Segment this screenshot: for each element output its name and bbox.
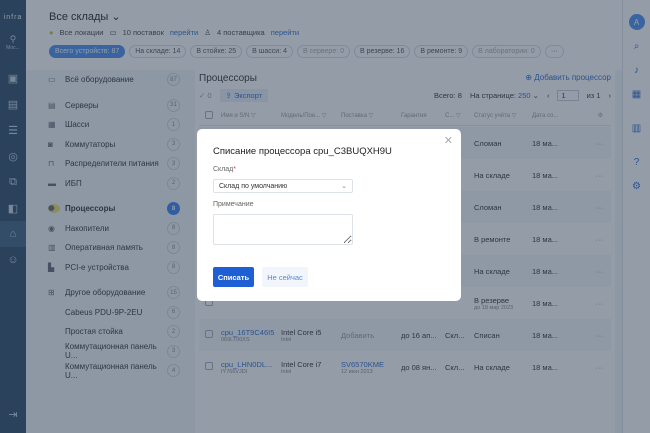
cancel-button[interactable]: Не сейчас bbox=[262, 267, 308, 287]
chevron-down-icon: ⌄ bbox=[341, 183, 347, 190]
note-label: Примечание bbox=[213, 201, 254, 208]
dialog-title: Списание процессора cpu_C3BUQXH9U bbox=[213, 146, 392, 157]
close-icon[interactable]: ✕ bbox=[444, 134, 453, 147]
write-off-button[interactable]: Списать bbox=[213, 267, 254, 287]
warehouse-select[interactable]: Склад по умолчанию ⌄ bbox=[213, 179, 353, 193]
write-off-dialog: ✕ Списание процессора cpu_C3BUQXH9U Скла… bbox=[197, 129, 461, 301]
warehouse-label: Склад* bbox=[213, 166, 236, 173]
note-field[interactable] bbox=[213, 214, 353, 245]
